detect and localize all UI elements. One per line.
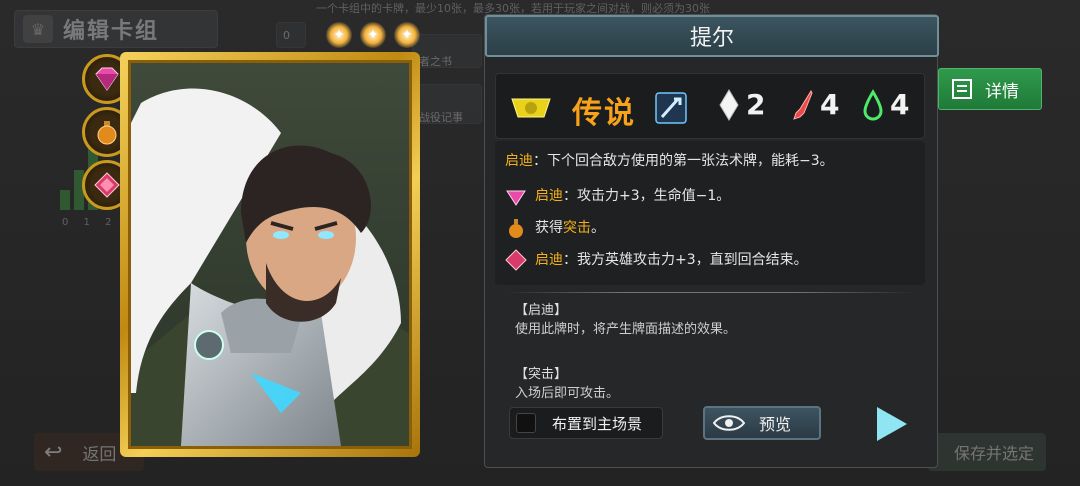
eye-icon [713, 415, 745, 431]
rarity-label: 传说 [572, 96, 636, 131]
sword-attack-icon [793, 89, 813, 120]
description-option: 启迪：我方英雄攻击力+3，直到回合结束。 [505, 249, 808, 271]
description-option: 启迪：攻击力+3，生命值−1。 [505, 185, 730, 207]
deck-editor-title: ♛ 编辑卡组 [14, 10, 218, 48]
star-rating [326, 22, 420, 48]
card-detail-panel: 提尔 传说 2 4 4 启迪：下个回合敌方使用的第一张法术牌，能耗−3。 启迪：… [484, 14, 939, 468]
keyword-explanation: 【突击】 入场后即可攻击。 [515, 367, 620, 401]
attack-stat: 4 [792, 88, 839, 121]
droplet-health-icon [863, 88, 883, 121]
place-in-main-scene-toggle[interactable]: 布置到主场景 [509, 407, 663, 439]
crown-icon: ♛ [23, 15, 53, 43]
deck-slot[interactable]: 者之书 [412, 34, 482, 68]
red-gem-icon [505, 249, 527, 271]
deck-slot[interactable]: 0 [276, 22, 306, 48]
pink-gem-icon [95, 67, 119, 91]
potion-icon [97, 121, 117, 145]
divider [505, 292, 915, 293]
card-name: 提尔 [485, 15, 939, 57]
star-icon [394, 22, 420, 48]
hero-portrait [131, 63, 409, 446]
crystal-cost-icon [719, 88, 739, 121]
legendary-gem-icon [511, 98, 551, 118]
save-and-select-button[interactable]: 保存并选定 [928, 433, 1046, 471]
hero-card[interactable] [120, 52, 420, 457]
preview-button[interactable]: 预览 [703, 406, 821, 440]
star-icon [360, 22, 386, 48]
description-option: 获得突击。 [505, 217, 605, 239]
pink-gem-icon [506, 190, 526, 206]
next-arrow-icon[interactable] [873, 405, 909, 443]
red-gem-icon [94, 172, 120, 198]
star-icon [326, 22, 352, 48]
description-main: 启迪：下个回合敌方使用的第一张法术牌，能耗−3。 [505, 153, 834, 169]
potion-icon [509, 219, 523, 238]
details-button[interactable]: 详情 [938, 68, 1042, 110]
keyword-explanation: 【启迪】 使用此牌时，将产生牌面描述的效果。 [515, 303, 737, 337]
page-icon [952, 79, 972, 99]
deck-slot[interactable]: 战役记事 [412, 84, 482, 124]
cost-stat: 2 [718, 88, 765, 121]
checkbox[interactable] [516, 413, 536, 433]
hero-type-icon [655, 92, 687, 124]
health-stat: 4 [862, 88, 909, 121]
back-arrow-icon: ↩ [44, 439, 63, 465]
card-stats-bar: 传说 2 4 4 [495, 73, 925, 139]
